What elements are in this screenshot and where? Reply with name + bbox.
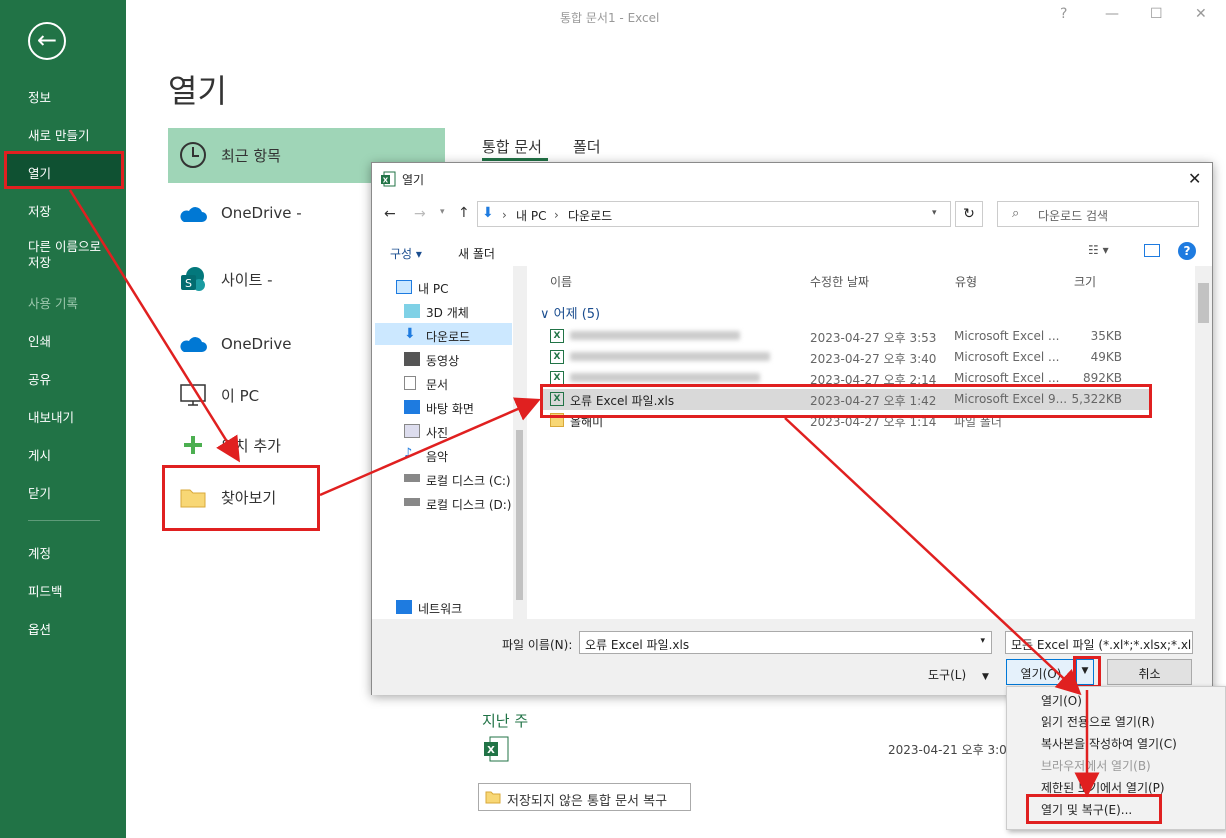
arrow-file-to-dropdown: [784, 417, 1082, 696]
arrow-browse-to-file: [319, 397, 541, 497]
annotation-arrows: [68, 189, 1100, 798]
arrow-open-to-browse: [68, 189, 240, 463]
